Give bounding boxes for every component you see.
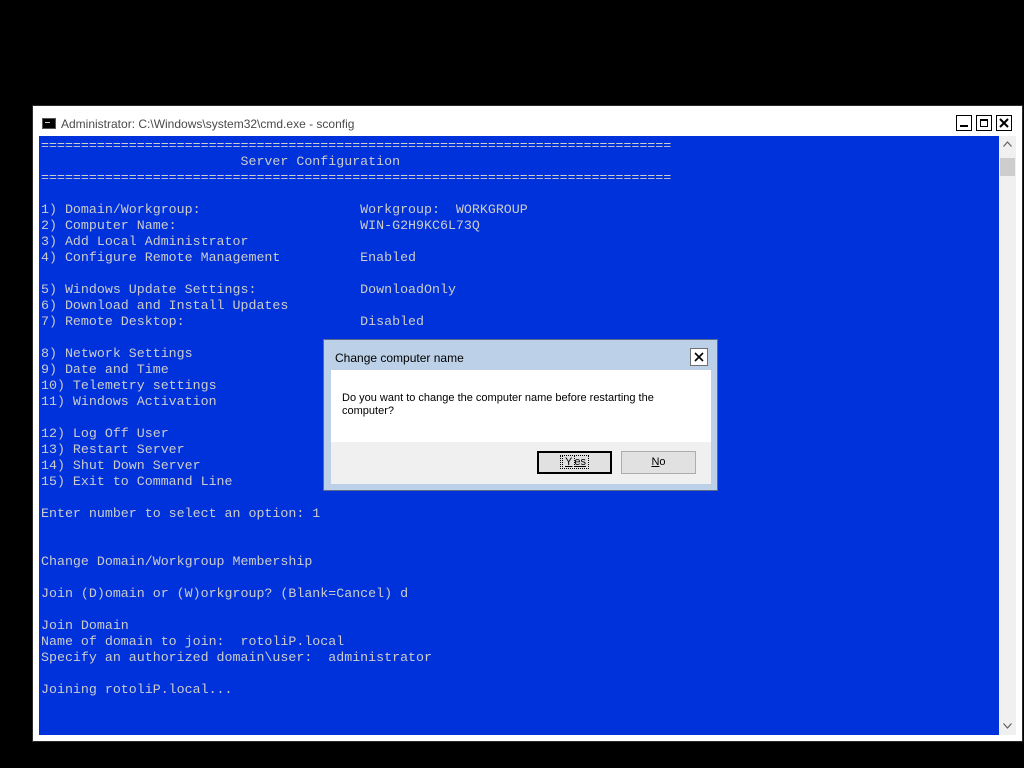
console-line: 7) Remote Desktop: Disabled — [41, 314, 425, 329]
no-label-rest: o — [659, 456, 666, 468]
console-line: 15) Exit to Command Line — [41, 474, 233, 489]
console-line: Enter number to select an option: 1 — [41, 506, 321, 521]
window-title: Administrator: C:\Windows\system32\cmd.e… — [61, 117, 355, 131]
title-bar[interactable]: Administrator: C:\Windows\system32\cmd.e… — [33, 106, 1022, 136]
dialog-message: Do you want to change the computer name … — [342, 392, 654, 417]
console-line: Specify an authorized domain\user: admin… — [41, 650, 432, 665]
yes-button[interactable]: Yes — [537, 451, 612, 474]
console-line: Name of domain to join: rotoliP.local — [41, 634, 345, 649]
chevron-up-icon — [1003, 141, 1012, 147]
console-line: Joining rotoliP.local... — [41, 682, 233, 697]
console-line: 4) Configure Remote Management Enabled — [41, 250, 417, 265]
console-line: 8) Network Settings — [41, 346, 193, 361]
yes-accelerator: Y — [561, 455, 576, 469]
close-icon — [694, 352, 704, 362]
console-line: Join Domain — [41, 618, 129, 633]
console-line: ========================================… — [41, 138, 672, 153]
console-line: ========================================… — [41, 170, 672, 185]
scroll-up-button[interactable] — [999, 136, 1016, 153]
chevron-down-icon — [1003, 723, 1012, 729]
yes-label: Yes — [560, 455, 589, 469]
console-line: Server Configuration — [41, 154, 401, 169]
vertical-scrollbar[interactable] — [999, 136, 1016, 735]
dialog-close-button[interactable] — [690, 348, 708, 366]
dialog-body: Do you want to change the computer name … — [331, 370, 711, 442]
console-line: 13) Restart Server — [41, 442, 185, 457]
dialog-title: Change computer name — [335, 351, 464, 365]
console-line: 2) Computer Name: WIN-G2H9KC6L73Q — [41, 218, 480, 233]
scroll-down-button[interactable] — [999, 718, 1016, 735]
close-icon — [999, 118, 1009, 128]
console-line: 3) Add Local Administrator — [41, 234, 249, 249]
console-line: 1) Domain/Workgroup: Workgroup: WORKGROU… — [41, 202, 528, 217]
console-line: 14) Shut Down Server — [41, 458, 201, 473]
console-line: 9) Date and Time — [41, 362, 169, 377]
console-line: 5) Windows Update Settings: DownloadOnly — [41, 282, 456, 297]
console-line: 12) Log Off User — [41, 426, 169, 441]
console-line: Change Domain/Workgroup Membership — [41, 554, 313, 569]
minimize-button[interactable] — [956, 115, 972, 131]
scroll-thumb[interactable] — [1000, 158, 1015, 176]
console-line: 11) Windows Activation — [41, 394, 217, 409]
change-computer-name-dialog: Change computer name Do you want to chan… — [323, 339, 718, 491]
dialog-footer: Yes No — [331, 442, 711, 484]
console-line: 10) Telemetry settings — [41, 378, 217, 393]
no-button[interactable]: No — [621, 451, 696, 474]
console-line: 6) Download and Install Updates — [41, 298, 289, 313]
console-line: Join (D)omain or (W)orkgroup? (Blank=Can… — [41, 586, 409, 601]
yes-label-rest: es — [574, 456, 586, 468]
close-button[interactable] — [996, 115, 1012, 131]
maximize-button[interactable] — [976, 115, 992, 131]
cmd-icon[interactable] — [42, 118, 56, 129]
